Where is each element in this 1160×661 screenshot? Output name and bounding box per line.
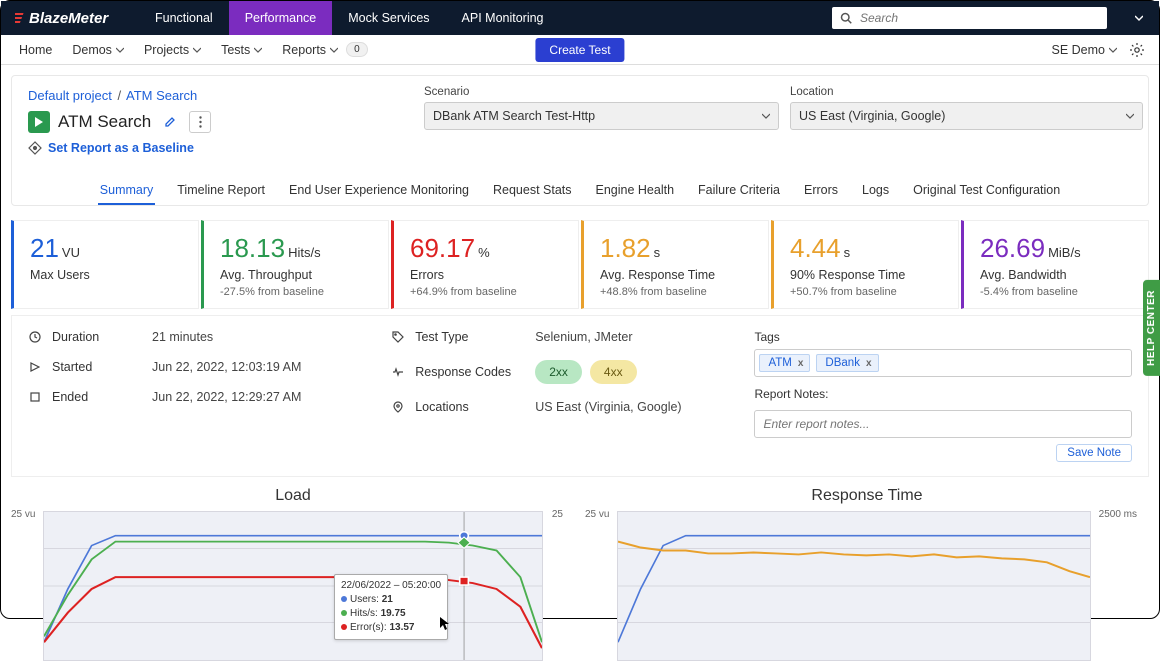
- tag-remove-button[interactable]: x: [798, 358, 804, 369]
- y-axis-left: 25 vu: [11, 509, 35, 520]
- chevron-down-icon: [762, 112, 770, 120]
- y-axis-right: 2500 ms: [1099, 509, 1137, 520]
- reports-count-badge: 0: [346, 42, 368, 57]
- chevron-down-icon: [1135, 14, 1143, 22]
- tab-original-config[interactable]: Original Test Configuration: [911, 177, 1062, 205]
- report-tabs: Summary Timeline Report End User Experie…: [28, 177, 1132, 205]
- metric-bandwidth: 26.69MiB/sAvg. Bandwidth-5.4% from basel…: [961, 220, 1149, 309]
- stop-icon: [28, 390, 42, 404]
- nav-home[interactable]: Home: [9, 35, 62, 65]
- top-nav: BlazeMeter Functional Performance Mock S…: [1, 1, 1159, 35]
- pulse-icon: [391, 365, 405, 379]
- nav-reports[interactable]: Reports0: [272, 35, 377, 65]
- gear-icon[interactable]: [1129, 42, 1145, 58]
- tab-summary[interactable]: Summary: [98, 177, 155, 205]
- chevron-down-icon: [116, 46, 124, 54]
- chevron-down-icon: [330, 46, 338, 54]
- tag-dbank: DBankx: [816, 354, 878, 372]
- report-header-card: Default project / ATM Search ATM Search …: [11, 75, 1149, 206]
- nav-mock-services[interactable]: Mock Services: [332, 1, 445, 35]
- svg-text:BlazeMeter: BlazeMeter: [29, 10, 109, 27]
- metric-avg-rt: 1.82sAvg. Response Time+48.8% from basel…: [581, 220, 769, 309]
- tab-failure-criteria[interactable]: Failure Criteria: [696, 177, 782, 205]
- clock-icon: [28, 330, 42, 344]
- chevron-down-icon: [193, 46, 201, 54]
- cursor-pointer-icon: [440, 617, 450, 631]
- play-outline-icon: [28, 360, 42, 374]
- metric-bar: 21VUMax Users 18.13Hits/sAvg. Throughput…: [11, 220, 1149, 309]
- tags-label: Tags: [754, 330, 1132, 344]
- response-code-chips: 2xx 4xx: [535, 360, 636, 384]
- location-dropdown[interactable]: US East (Virginia, Google): [790, 102, 1143, 130]
- load-chart-title: Load: [21, 487, 565, 505]
- search-box[interactable]: [832, 7, 1107, 29]
- breadcrumb-test[interactable]: ATM Search: [126, 88, 197, 103]
- tag-atm: ATMx: [759, 354, 810, 372]
- account-dropdown[interactable]: SE Demo: [1048, 35, 1122, 65]
- load-plot[interactable]: 22/06/2022 – 05:20:00 Users: 21 Hits/s: …: [43, 511, 543, 661]
- metric-errors: 69.17%Errors+64.9% from baseline: [391, 220, 579, 309]
- tag-remove-button[interactable]: x: [866, 358, 872, 369]
- chevron-down-icon: [1126, 112, 1134, 120]
- set-baseline-link[interactable]: Set Report as a Baseline: [48, 141, 194, 155]
- tags-input[interactable]: ATMx DBankx: [754, 349, 1132, 377]
- kebab-icon: [199, 116, 202, 128]
- chip-4xx[interactable]: 4xx: [590, 360, 637, 384]
- pencil-icon: [164, 116, 176, 128]
- nav-functional[interactable]: Functional: [139, 1, 229, 35]
- tag-icon: [391, 330, 405, 344]
- response-time-chart: Response Time 25 vu 2500 ms: [595, 483, 1139, 661]
- secondary-nav: Home Demos Projects Tests Reports0 Creat…: [1, 35, 1159, 65]
- run-test-button[interactable]: [28, 111, 50, 133]
- test-type-value: Selenium, JMeter: [535, 330, 632, 344]
- play-icon: [34, 117, 44, 127]
- scenario-label: Scenario: [424, 86, 779, 98]
- tab-eux[interactable]: End User Experience Monitoring: [287, 177, 471, 205]
- tab-engine-health[interactable]: Engine Health: [594, 177, 677, 205]
- notes-label: Report Notes:: [754, 387, 1132, 401]
- create-test-button[interactable]: Create Test: [535, 38, 624, 62]
- ended-value: Jun 22, 2022, 12:29:27 AM: [152, 390, 301, 404]
- y-axis-right: 25: [552, 509, 563, 520]
- tab-request-stats[interactable]: Request Stats: [491, 177, 574, 205]
- tab-errors[interactable]: Errors: [802, 177, 840, 205]
- chevron-down-icon: [1109, 46, 1117, 54]
- brand-logo[interactable]: BlazeMeter: [1, 9, 139, 27]
- search-icon: [840, 12, 852, 24]
- edit-title-button[interactable]: [159, 111, 181, 133]
- tab-timeline[interactable]: Timeline Report: [175, 177, 267, 205]
- location-pin-icon: [391, 400, 405, 414]
- started-value: Jun 22, 2022, 12:03:19 AM: [152, 360, 301, 374]
- rt-plot[interactable]: [617, 511, 1091, 661]
- chevron-down-icon: [254, 46, 262, 54]
- y-axis-left: 25 vu: [585, 509, 609, 520]
- scenario-dropdown[interactable]: DBank ATM Search Test-Http: [424, 102, 779, 130]
- summary-info: Duration21 minutes StartedJun 22, 2022, …: [11, 315, 1149, 477]
- metric-throughput: 18.13Hits/sAvg. Throughput-27.5% from ba…: [201, 220, 389, 309]
- chart-tooltip: 22/06/2022 – 05:20:00 Users: 21 Hits/s: …: [334, 574, 448, 640]
- chip-2xx[interactable]: 2xx: [535, 360, 582, 384]
- nav-performance[interactable]: Performance: [229, 1, 333, 35]
- save-note-button[interactable]: Save Note: [1056, 444, 1132, 462]
- page-title: ATM Search: [58, 112, 151, 132]
- report-notes-input[interactable]: [754, 410, 1132, 438]
- rt-chart-title: Response Time: [595, 487, 1139, 505]
- nav-api-monitoring[interactable]: API Monitoring: [446, 1, 560, 35]
- locations-value: US East (Virginia, Google): [535, 400, 681, 414]
- nav-demos[interactable]: Demos: [62, 35, 134, 65]
- more-options-button[interactable]: [189, 111, 211, 133]
- nav-projects[interactable]: Projects: [134, 35, 211, 65]
- duration-value: 21 minutes: [152, 330, 213, 344]
- metric-90-rt: 4.44s90% Response Time+50.7% from baseli…: [771, 220, 959, 309]
- breadcrumb-project[interactable]: Default project: [28, 88, 112, 103]
- metric-max-users: 21VUMax Users: [11, 220, 199, 309]
- help-center-tab[interactable]: HELP CENTER: [1143, 280, 1160, 376]
- nav-tests[interactable]: Tests: [211, 35, 272, 65]
- location-label: Location: [790, 86, 1143, 98]
- baseline-icon: [28, 141, 42, 155]
- search-input[interactable]: [858, 10, 1099, 26]
- user-menu-caret[interactable]: [1127, 1, 1151, 35]
- load-chart: Load 25 vu 25: [21, 483, 565, 661]
- tab-logs[interactable]: Logs: [860, 177, 891, 205]
